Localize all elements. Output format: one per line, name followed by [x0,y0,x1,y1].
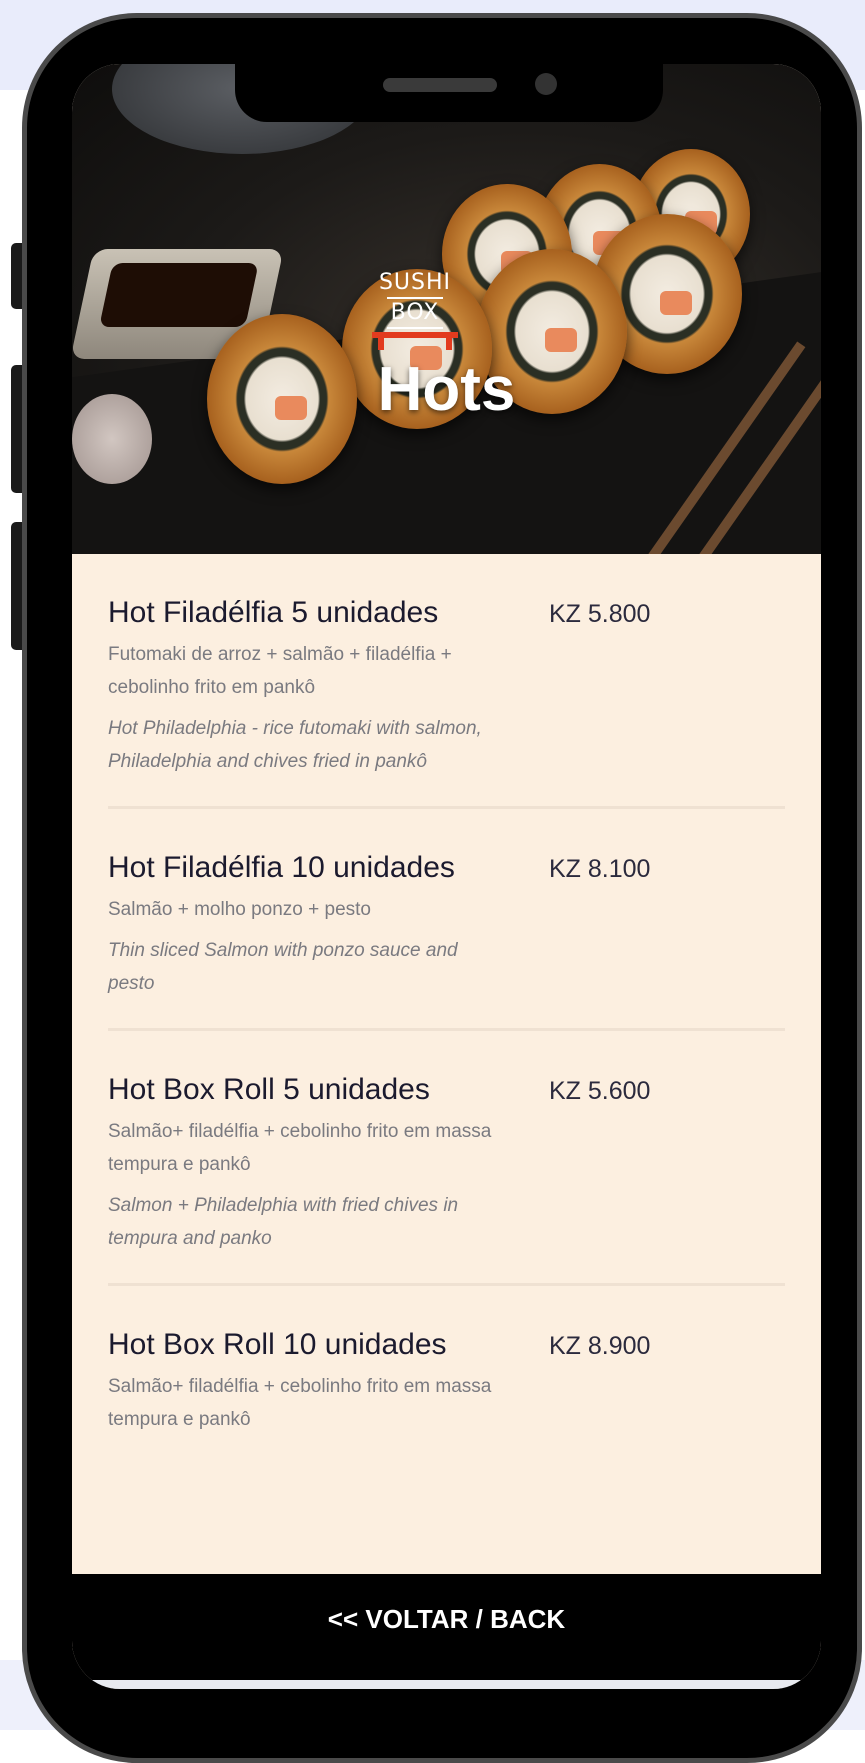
menu-item-price: KZ 5.800 [549,600,651,628]
phone-screen: SUSHI BOX Hots Hot Filadélfia 5 unidades… [72,64,821,1689]
menu-item: Hot Filadélfia 10 unidades KZ 8.100 Salm… [108,809,785,1031]
logo-text-top: SUSHI [378,270,452,295]
menu-item-description-en: Thin sliced Salmon with ponzo sauce and … [108,940,458,994]
menu-item-name: Hot Filadélfia 10 unidades [108,851,455,884]
menu-item-name: Hot Box Roll 10 unidades [108,1328,447,1361]
logo-leg-icon [446,338,452,350]
back-button-label[interactable]: << VOLTAR / BACK [328,1604,565,1635]
menu-item-name: Hot Box Roll 5 unidades [108,1073,430,1106]
menu-item-description-pt: Salmão+ filadélfia + cebolinho frito em … [108,1121,492,1175]
menu-item-price: KZ 8.100 [549,855,651,883]
menu-item: Hot Filadélfia 5 unidades KZ 5.800 Futom… [108,554,785,809]
camera-icon [535,73,557,95]
menu-list: Hot Filadélfia 5 unidades KZ 5.800 Futom… [72,554,821,1436]
menu-item-price: KZ 8.900 [549,1332,651,1360]
menu-item-description-en: Salmon + Philadelphia with fried chives … [108,1195,459,1249]
menu-item-description-pt: Salmão+ filadélfia + cebolinho frito em … [108,1376,492,1430]
logo-leg-icon [378,338,384,350]
menu-item-name: Hot Filadélfia 5 unidades [108,596,439,629]
menu-item-price: KZ 5.600 [549,1077,651,1105]
hero-banner: SUSHI BOX Hots [72,64,821,554]
menu-item-description-pt: Salmão + molho ponzo + pesto [108,899,372,920]
menu-item-description-en: Hot Philadelphia - rice futomaki with sa… [108,718,482,772]
speaker-icon [383,78,497,92]
menu-item: Hot Box Roll 10 unidades KZ 8.900 Salmão… [108,1286,785,1436]
home-indicator [72,1680,821,1689]
phone-notch [235,64,663,122]
menu-item-description-pt: Futomaki de arroz + salmão + filadélfia … [108,644,452,698]
page-title: Hots [377,355,516,424]
back-button[interactable]: << VOLTAR / BACK [72,1574,821,1689]
logo-text-bottom: BOX [386,297,444,329]
sushi-box-logo: SUSHI BOX [365,269,465,329]
menu-item: Hot Box Roll 5 unidades KZ 5.600 Salmão+… [108,1031,785,1286]
